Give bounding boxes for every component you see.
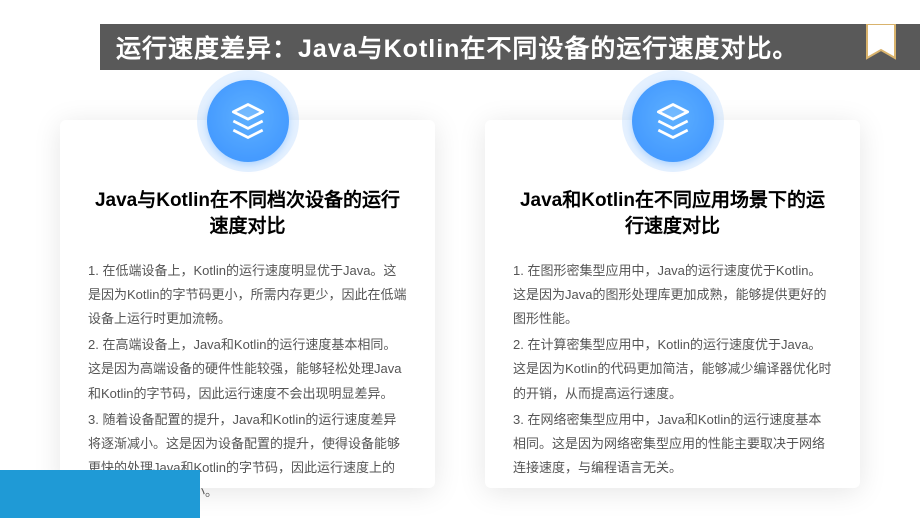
layers-icon — [632, 80, 714, 162]
bookmark-icon — [866, 24, 896, 66]
card-title: Java与Kotlin在不同档次设备的运行速度对比 — [88, 188, 407, 239]
paragraph: 3. 在网络密集型应用中，Java和Kotlin的运行速度基本相同。这是因为网络… — [513, 408, 832, 480]
card-body: 1. 在图形密集型应用中，Java的运行速度优于Kotlin。这是因为Java的… — [513, 259, 832, 479]
page-title: 运行速度差异：Java与Kotlin在不同设备的运行速度对比。 — [116, 29, 798, 65]
bottom-accent-bar — [0, 470, 200, 518]
paragraph: 1. 在低端设备上，Kotlin的运行速度明显优于Java。这是因为Kotlin… — [88, 259, 407, 331]
card-body: 1. 在低端设备上，Kotlin的运行速度明显优于Java。这是因为Kotlin… — [88, 259, 407, 503]
page-title-bar: 运行速度差异：Java与Kotlin在不同设备的运行速度对比。 — [100, 24, 920, 70]
cards-container: Java与Kotlin在不同档次设备的运行速度对比 1. 在低端设备上，Kotl… — [60, 120, 860, 488]
paragraph: 1. 在图形密集型应用中，Java的运行速度优于Kotlin。这是因为Java的… — [513, 259, 832, 331]
card-title: Java和Kotlin在不同应用场景下的运行速度对比 — [513, 188, 832, 239]
layers-icon — [207, 80, 289, 162]
paragraph: 2. 在高端设备上，Java和Kotlin的运行速度基本相同。这是因为高端设备的… — [88, 333, 407, 405]
card-device-tier: Java与Kotlin在不同档次设备的运行速度对比 1. 在低端设备上，Kotl… — [60, 120, 435, 488]
paragraph: 2. 在计算密集型应用中，Kotlin的运行速度优于Java。这是因为Kotli… — [513, 333, 832, 405]
card-use-case: Java和Kotlin在不同应用场景下的运行速度对比 1. 在图形密集型应用中，… — [485, 120, 860, 488]
